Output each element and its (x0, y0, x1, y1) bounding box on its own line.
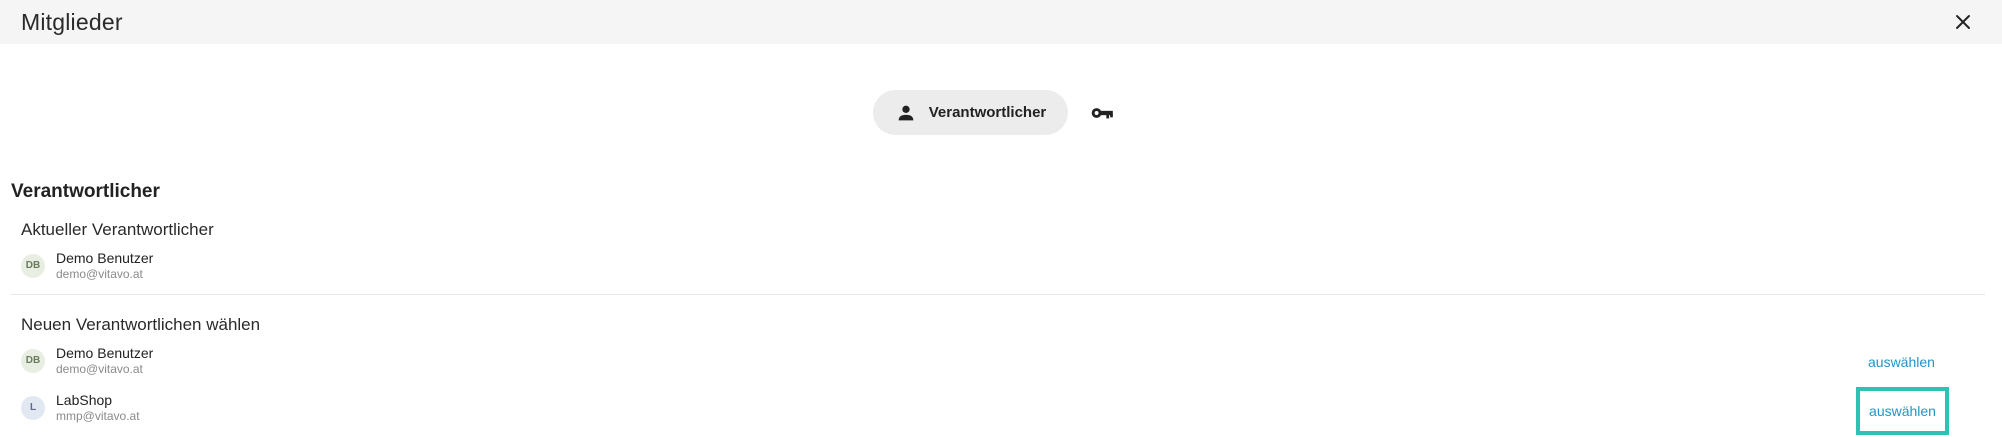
key-icon (1091, 107, 1113, 118)
select-button-labshop[interactable]: auswählen (1869, 403, 1936, 419)
avatar: DB (21, 253, 45, 278)
avatar: DB (21, 348, 45, 373)
person-name: LabShop (56, 392, 113, 408)
section-title: Verantwortlicher (11, 181, 160, 202)
person-email: demo@vitavo.at (56, 362, 143, 376)
person-email: demo@vitavo.at (56, 267, 143, 281)
person-name: Demo Benutzer (56, 250, 154, 266)
list-item: L LabShop mmp@vitavo.at (21, 392, 140, 423)
dialog-title: Mitglieder (21, 8, 123, 35)
close-button[interactable] (1948, 7, 1978, 37)
list-item: DB Demo Benutzer demo@vitavo.at (21, 345, 153, 376)
divider (11, 294, 1985, 295)
person-name: Demo Benutzer (56, 345, 154, 361)
avatar: L (21, 395, 45, 420)
select-button-demo-benutzer[interactable]: auswählen (1868, 354, 1935, 370)
close-icon (1956, 15, 1970, 29)
person-icon (898, 105, 914, 120)
focus-ring: auswählen (1856, 387, 1949, 435)
tab-permissions[interactable] (1084, 95, 1120, 131)
person-email: mmp@vitavo.at (56, 409, 140, 423)
dialog-header: Mitglieder (0, 0, 2002, 44)
tab-verantwortlicher[interactable]: Verantwortlicher (873, 90, 1068, 135)
choose-responsible-heading: Neuen Verantwortlichen wählen (21, 315, 261, 334)
current-responsible-person: DB Demo Benutzer demo@vitavo.at (21, 250, 153, 281)
tab-label: Verantwortlicher (928, 104, 1047, 121)
role-tabs: Verantwortlicher (873, 90, 1120, 135)
current-responsible-heading: Aktueller Verantwortlicher (21, 220, 214, 239)
